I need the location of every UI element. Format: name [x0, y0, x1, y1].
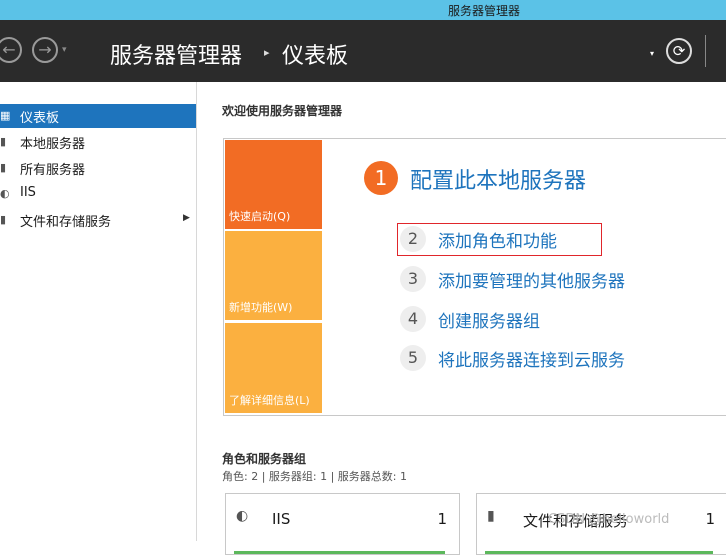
breadcrumb-root[interactable]: 服务器管理器: [110, 38, 242, 70]
card-count: 1: [437, 510, 447, 528]
configure-local-server-link[interactable]: 配置此本地服务器: [410, 163, 586, 195]
sidebar-item-file-storage[interactable]: ▮ 文件和存储服务 ▶: [0, 208, 196, 232]
card-count: 1: [705, 510, 715, 528]
forward-button[interactable]: →: [32, 37, 58, 63]
window-title: 服务器管理器: [448, 4, 521, 18]
tile-whats-new[interactable]: 新增功能(W): [225, 231, 322, 320]
back-button[interactable]: ←: [0, 37, 22, 63]
sidebar-item-label: 本地服务器: [20, 137, 86, 152]
header-bar: ← → ▾ 服务器管理器 ▸ 仪表板 ▾ ⟳: [0, 20, 726, 82]
quick-start-panel: 快速启动(Q) 新增功能(W) 了解详细信息(L) 1 配置此本地服务器 2 添…: [223, 138, 726, 416]
tile-label: 了解详细信息(L): [229, 394, 310, 407]
refresh-icon: ⟳: [672, 42, 686, 60]
forward-arrow-icon: →: [38, 40, 52, 59]
connect-cloud-link[interactable]: 将此服务器连接到云服务: [438, 346, 625, 371]
tile-label: 新增功能(W): [229, 301, 293, 314]
step-connect-cloud[interactable]: 5 将此服务器连接到云服务: [398, 343, 726, 373]
server-icon: ▮: [0, 135, 7, 148]
title-bar: 服务器管理器: [0, 0, 726, 20]
role-card-iis[interactable]: ◐ IIS 1: [225, 493, 460, 555]
expand-arrow-icon[interactable]: ▶: [183, 213, 190, 223]
roles-summary: 角色: 2 | 服务器组: 1 | 服务器总数: 1: [222, 470, 408, 483]
roles-section-title: 角色和服务器组: [222, 452, 307, 466]
breadcrumb-separator-icon: ▸: [264, 46, 270, 59]
iis-icon: ◐: [0, 187, 10, 200]
history-dropdown-icon[interactable]: ▾: [62, 45, 67, 55]
tile-label: 快速启动(Q): [229, 210, 291, 223]
sidebar-item-label: IIS: [20, 185, 36, 200]
file-storage-icon: ▮: [0, 213, 7, 226]
sidebar-item-local-server[interactable]: ▮ 本地服务器: [0, 130, 196, 154]
tile-learn-more[interactable]: 了解详细信息(L): [225, 323, 322, 413]
iis-icon: ◐: [236, 508, 249, 524]
sidebar-item-label: 文件和存储服务: [20, 215, 112, 230]
sidebar-item-label: 所有服务器: [20, 163, 86, 178]
create-group-link[interactable]: 创建服务器组: [438, 307, 540, 332]
file-storage-icon: ▮: [487, 508, 495, 524]
header-divider: [705, 35, 706, 67]
card-name: IIS: [272, 510, 291, 528]
back-arrow-icon: ←: [2, 40, 16, 59]
watermark: CSDN @helloworld: [548, 512, 670, 527]
breadcrumb-page: 仪表板: [282, 44, 349, 69]
sidebar-item-dashboard[interactable]: ▦ 仪表板: [0, 104, 196, 128]
step-1-badge: 1: [364, 161, 398, 195]
step-create-group[interactable]: 4 创建服务器组: [398, 304, 726, 334]
step-number: 3: [400, 266, 426, 292]
step-number: 5: [400, 345, 426, 371]
sidebar-item-iis[interactable]: ◐ IIS: [0, 182, 196, 206]
add-servers-link[interactable]: 添加要管理的其他服务器: [438, 267, 625, 292]
sidebar-item-label: 仪表板: [20, 111, 60, 126]
highlight-box: [397, 223, 602, 256]
step-number: 4: [400, 306, 426, 332]
welcome-title: 欢迎使用服务器管理器: [222, 104, 343, 118]
servers-icon: ▮: [0, 161, 7, 174]
tile-quick-start[interactable]: 快速启动(Q): [225, 140, 322, 229]
status-bar: [485, 551, 713, 554]
dashboard-icon: ▦: [0, 109, 11, 122]
sidebar: ▦ 仪表板 ▮ 本地服务器 ▮ 所有服务器 ◐ IIS ▮ 文件和存储服务 ▶: [0, 82, 197, 541]
step-add-servers[interactable]: 3 添加要管理的其他服务器: [398, 264, 726, 294]
main-content: 欢迎使用服务器管理器 快速启动(Q) 新增功能(W) 了解详细信息(L) 1 配…: [197, 82, 726, 555]
sidebar-item-all-servers[interactable]: ▮ 所有服务器: [0, 156, 196, 180]
refresh-button[interactable]: ⟳: [666, 38, 692, 64]
header-dropdown-icon[interactable]: ▾: [650, 49, 654, 58]
status-bar: [234, 551, 445, 554]
